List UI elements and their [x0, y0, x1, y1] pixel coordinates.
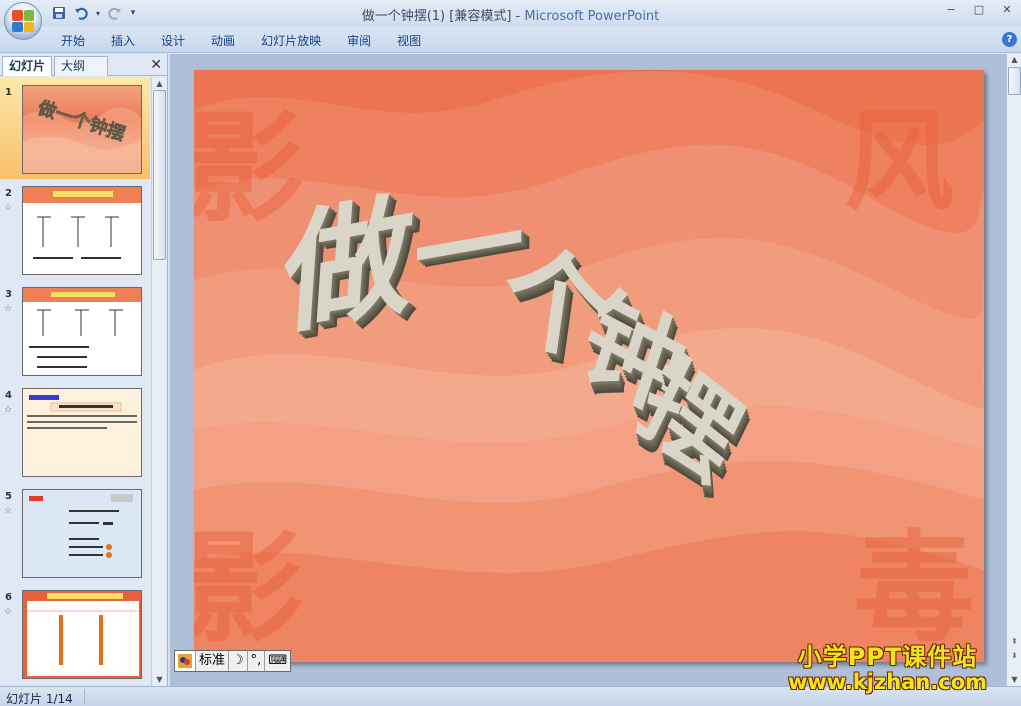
slide-thumbnail-4[interactable]: 4 ☆: [0, 381, 150, 482]
close-button[interactable]: ✕: [999, 3, 1015, 17]
scroll-thumb[interactable]: [153, 90, 166, 260]
scroll-down-icon[interactable]: ▼: [154, 675, 165, 685]
slide-editing-area: 影 风 影 毒 做 一 个 钟 摆: [170, 54, 1006, 686]
current-slide[interactable]: 影 风 影 毒 做 一 个 钟 摆: [194, 70, 984, 662]
slide-number: 2: [5, 188, 12, 199]
ribbon-tab-bar: 开始 插入 设计 动画 幻灯片放映 审阅 视图 ?: [0, 27, 1021, 53]
ime-toolbar: 标准 ☽ °, ⌨: [174, 650, 292, 672]
slide-preview-graphic: [23, 288, 141, 368]
close-panel-icon[interactable]: ✕: [150, 57, 162, 73]
tab-outline[interactable]: 大纲: [54, 56, 109, 76]
powerpoint-window: ▾ ▾ 做一个钟摆(1) [兼容模式] - Microsoft PowerPoi…: [0, 0, 1021, 706]
site-watermark: 小学PPT课件站 www.kjzhan.com: [775, 637, 1000, 694]
office-logo-icon: [12, 10, 34, 32]
slide-preview-graphic: [23, 591, 141, 678]
slide-preview-graphic: 做一个钟摆: [23, 96, 141, 173]
slide-number: 5: [5, 491, 12, 502]
slide-thumbnails: 1 做一个钟摆 2 ☆ 3 ☆ 4 ☆ 5 ☆ 6 ☆: [0, 78, 150, 686]
ime-mode-button[interactable]: 标准: [196, 651, 230, 671]
tab-home[interactable]: 开始: [48, 32, 98, 50]
title-separator: -: [511, 9, 525, 24]
slide-preview: 做一个钟摆: [22, 85, 142, 174]
slide-preview: [22, 590, 142, 679]
scroll-down-icon[interactable]: ▼: [1009, 675, 1020, 685]
tab-review[interactable]: 审阅: [334, 32, 384, 50]
tab-slides[interactable]: 幻灯片: [2, 56, 53, 76]
window-controls: − □ ✕: [943, 3, 1015, 17]
previous-slide-icon[interactable]: ⇞: [1009, 637, 1020, 647]
animation-star-icon: ☆: [4, 203, 13, 213]
title-bar: ▾ ▾ 做一个钟摆(1) [兼容模式] - Microsoft PowerPoi…: [0, 0, 1021, 27]
tab-slideshow[interactable]: 幻灯片放映: [248, 32, 334, 50]
slide-counter: 幻灯片 1/14: [6, 692, 73, 706]
slide-number: 4: [5, 390, 12, 401]
slide-preview: [22, 287, 142, 376]
slide-thumbnail-1[interactable]: 1 做一个钟摆: [0, 78, 150, 179]
watermark-title: 小学PPT课件站: [797, 643, 978, 671]
ime-logo-icon[interactable]: [175, 651, 196, 671]
svg-text:风: 风: [844, 97, 954, 226]
document-title: 做一个钟摆(1) [兼容模式]: [361, 9, 512, 24]
panel-tabs: 幻灯片 大纲 ✕: [0, 54, 168, 76]
slide-thumbnail-3[interactable]: 3 ☆: [0, 280, 150, 381]
window-title: 做一个钟摆(1) [兼容模式] - Microsoft PowerPoint: [0, 5, 1021, 24]
soft-keyboard-icon[interactable]: ⌨: [265, 651, 290, 671]
tab-design[interactable]: 设计: [148, 32, 198, 50]
minimize-button[interactable]: −: [943, 3, 959, 17]
animation-star-icon: ☆: [4, 607, 13, 617]
half-full-width-icon[interactable]: ☽: [229, 651, 248, 671]
tab-animations[interactable]: 动画: [198, 32, 248, 50]
scroll-up-icon[interactable]: ▲: [154, 79, 165, 89]
svg-text:影: 影: [194, 518, 304, 659]
watermark-url: www.kjzhan.com: [787, 670, 988, 694]
tab-insert[interactable]: 插入: [98, 32, 148, 50]
slide-number: 6: [5, 592, 12, 603]
maximize-button[interactable]: □: [971, 3, 987, 17]
slide-preview: [22, 489, 142, 578]
slide-number: 3: [5, 289, 12, 300]
office-button[interactable]: [4, 2, 42, 40]
animation-star-icon: ☆: [4, 405, 13, 415]
scroll-thumb[interactable]: [1008, 67, 1021, 95]
slide-thumbnail-5[interactable]: 5 ☆: [0, 482, 150, 583]
help-icon[interactable]: ?: [1002, 32, 1017, 47]
status-divider: [84, 689, 85, 705]
punctuation-icon[interactable]: °,: [248, 651, 266, 671]
animation-star-icon: ☆: [4, 506, 13, 516]
slide-preview-graphic: [23, 187, 141, 259]
slide-scrollbar[interactable]: ▲ ⇞ ⇟ ▼: [1006, 54, 1021, 686]
slides-panel: 幻灯片 大纲 ✕ 1 做一个钟摆 2 ☆ 3 ☆ 4 ☆ 5 ☆ 6 ☆ ▲ ▼: [0, 54, 168, 686]
next-slide-icon[interactable]: ⇟: [1009, 651, 1020, 661]
slide-preview: [22, 388, 142, 477]
thumbnails-scrollbar[interactable]: ▲ ▼: [151, 78, 166, 686]
slide-thumbnail-6[interactable]: 6 ☆: [0, 583, 150, 684]
slide-preview-graphic: [27, 395, 137, 429]
tab-view[interactable]: 视图: [384, 32, 434, 50]
ribbon-tabs: 开始 插入 设计 动画 幻灯片放映 审阅 视图: [48, 32, 434, 50]
animation-star-icon: ☆: [4, 304, 13, 314]
slide-title[interactable]: 做 一 个 钟 摆: [278, 120, 844, 520]
app-name: Microsoft PowerPoint: [524, 9, 660, 24]
slide-number: 1: [5, 87, 12, 98]
scroll-up-icon[interactable]: ▲: [1009, 55, 1020, 65]
title-char: 做: [278, 175, 419, 354]
slide-preview-graphic: [29, 494, 133, 558]
slide-preview: [22, 186, 142, 275]
slide-thumbnail-2[interactable]: 2 ☆: [0, 179, 150, 280]
